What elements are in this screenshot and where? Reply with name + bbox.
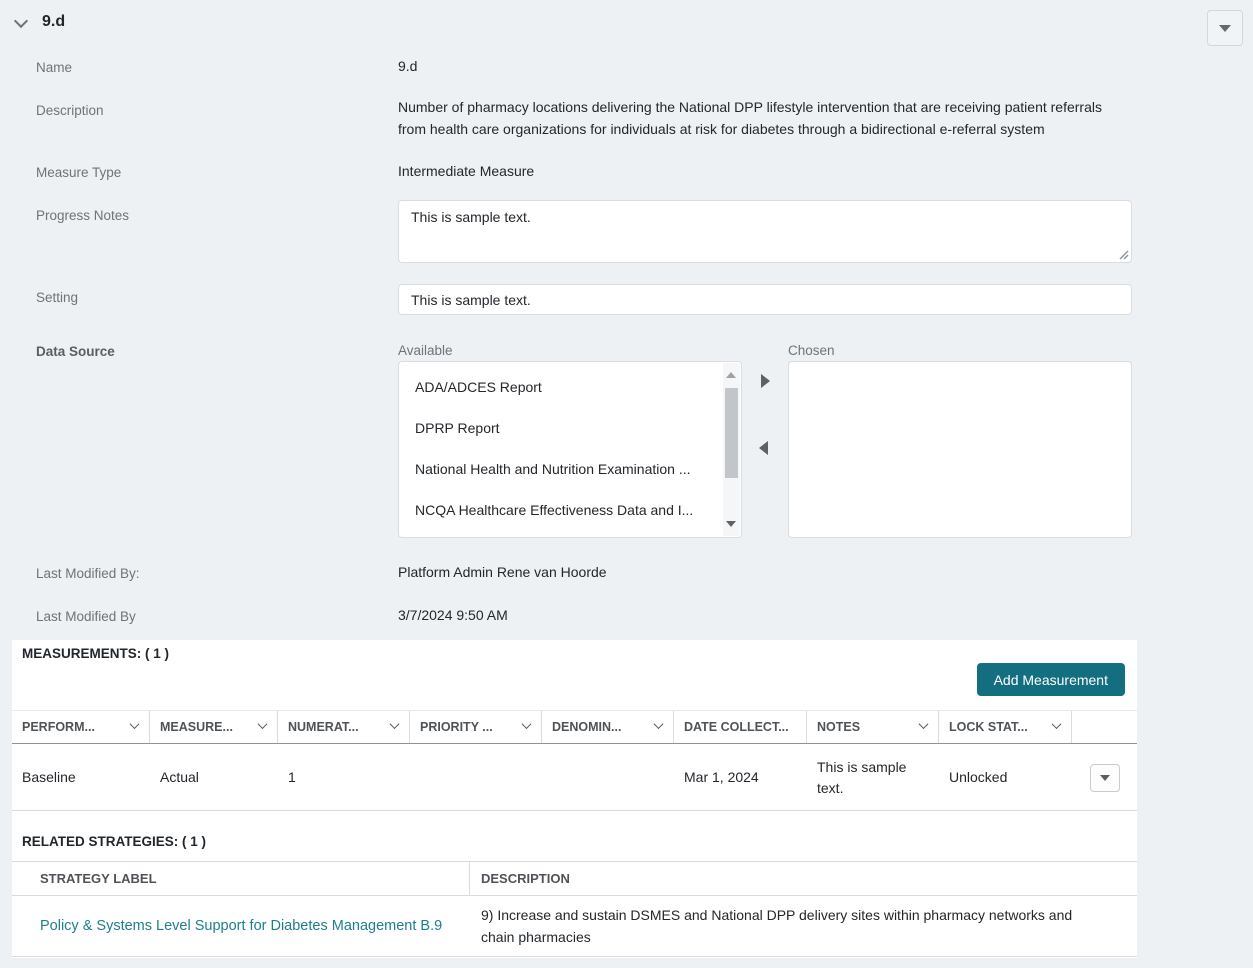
cell-lock-status: Unlocked: [949, 769, 1008, 785]
field-label-name: Name: [36, 60, 73, 75]
scroll-up-icon[interactable]: [726, 372, 736, 378]
chevron-down-icon: [129, 719, 140, 730]
measurements-table-header: PERFORM... MEASURE... NUMERAT... PRIORIT…: [12, 710, 1137, 744]
list-item[interactable]: National Health and Nutrition Examinatio…: [399, 449, 719, 490]
move-right-icon[interactable]: [761, 374, 770, 388]
column-header-priority[interactable]: PRIORITY ...: [410, 711, 542, 743]
column-header-performance[interactable]: PERFORM...: [12, 711, 150, 743]
chevron-down-icon: [257, 719, 268, 730]
measurements-section-title: MEASUREMENTS: ( 1 ): [22, 646, 170, 661]
field-label-progress-notes: Progress Notes: [36, 208, 130, 223]
measurement-row: Baseline Actual 1 Mar 1, 2024 This is sa…: [12, 745, 1137, 811]
field-label-measure-type: Measure Type: [36, 165, 122, 180]
field-label-data-source: Data Source: [36, 344, 115, 359]
cell-measure: Actual: [160, 769, 199, 785]
page-title: 9.d: [42, 13, 66, 30]
cell-date-collected: Mar 1, 2024: [684, 769, 759, 785]
field-value-last-modified-by: Platform Admin Rene van Hoorde: [398, 564, 607, 580]
column-header-lock-status[interactable]: LOCK STAT...: [939, 711, 1072, 743]
list-item[interactable]: DPRP Report: [399, 408, 719, 449]
strategy-description: 9) Increase and sustain DSMES and Nation…: [481, 907, 1073, 945]
column-header-description: DESCRIPTION: [481, 871, 570, 886]
column-header-actions: [1072, 711, 1137, 743]
column-header-notes[interactable]: NOTES: [807, 711, 939, 743]
cell-notes: This is sample text.: [817, 758, 907, 796]
available-listbox[interactable]: ADA/ADCES Report DPRP Report National He…: [398, 361, 742, 538]
list-item[interactable]: ADA/ADCES Report: [399, 367, 719, 408]
chevron-down-icon: [389, 719, 400, 730]
field-label-last-modified-date: Last Modified By: [36, 609, 136, 624]
measurements-panel: MEASUREMENTS: ( 1 ) Add Measurement PERF…: [12, 640, 1137, 958]
chevron-down-icon: [1051, 719, 1062, 730]
cell-performance: Baseline: [22, 769, 76, 785]
chevron-down-icon: [918, 719, 929, 730]
column-header-denominator[interactable]: DENOMIN...: [542, 711, 674, 743]
available-list-label: Available: [398, 343, 453, 358]
list-item[interactable]: NCQA Healthcare Effectiveness Data and I…: [399, 490, 719, 531]
column-header-measure[interactable]: MEASURE...: [150, 711, 278, 743]
related-strategies-table-header: STRATEGY LABEL DESCRIPTION: [12, 861, 1137, 896]
column-header-numerator[interactable]: NUMERAT...: [278, 711, 410, 743]
collapse-section-button[interactable]: [13, 13, 29, 28]
setting-input[interactable]: [398, 284, 1132, 315]
add-measurement-button[interactable]: Add Measurement: [976, 663, 1125, 696]
chosen-listbox[interactable]: [788, 361, 1132, 538]
field-value-name: 9.d: [398, 58, 418, 74]
related-strategies-section-title: RELATED STRATEGIES: ( 1 ): [22, 834, 207, 849]
cell-numerator: 1: [288, 769, 296, 785]
scrollbar-thumb[interactable]: [725, 388, 738, 478]
chosen-list-label: Chosen: [788, 343, 835, 358]
caret-down-icon: [1099, 774, 1110, 781]
row-actions-button[interactable]: [1089, 763, 1120, 792]
section-header: 9.d: [13, 13, 66, 31]
field-value-last-modified-date: 3/7/2024 9:50 AM: [398, 607, 508, 623]
chevron-down-icon: [653, 719, 664, 730]
field-value-description: Number of pharmacy locations delivering …: [398, 99, 1102, 137]
chevron-down-icon: [13, 13, 29, 28]
progress-notes-textarea[interactable]: This is sample text.: [398, 200, 1132, 263]
strategy-link[interactable]: Policy & Systems Level Support for Diabe…: [40, 918, 442, 934]
scroll-down-icon[interactable]: [726, 521, 736, 527]
caret-down-icon: [1219, 24, 1231, 32]
field-label-description: Description: [36, 103, 104, 118]
field-label-last-modified-by: Last Modified By:: [36, 566, 140, 581]
related-strategy-row: Policy & Systems Level Support for Diabe…: [12, 896, 1137, 957]
field-label-setting: Setting: [36, 290, 79, 305]
field-value-measure-type: Intermediate Measure: [398, 163, 535, 179]
chevron-down-icon: [521, 719, 532, 730]
scrollbar[interactable]: [723, 363, 740, 536]
move-left-icon[interactable]: [759, 441, 768, 455]
resize-handle-icon[interactable]: [1117, 248, 1129, 260]
section-menu-button[interactable]: [1207, 10, 1243, 46]
column-header-date-collected[interactable]: DATE COLLECT...: [674, 711, 807, 743]
column-header-strategy-label: STRATEGY LABEL: [12, 862, 470, 895]
